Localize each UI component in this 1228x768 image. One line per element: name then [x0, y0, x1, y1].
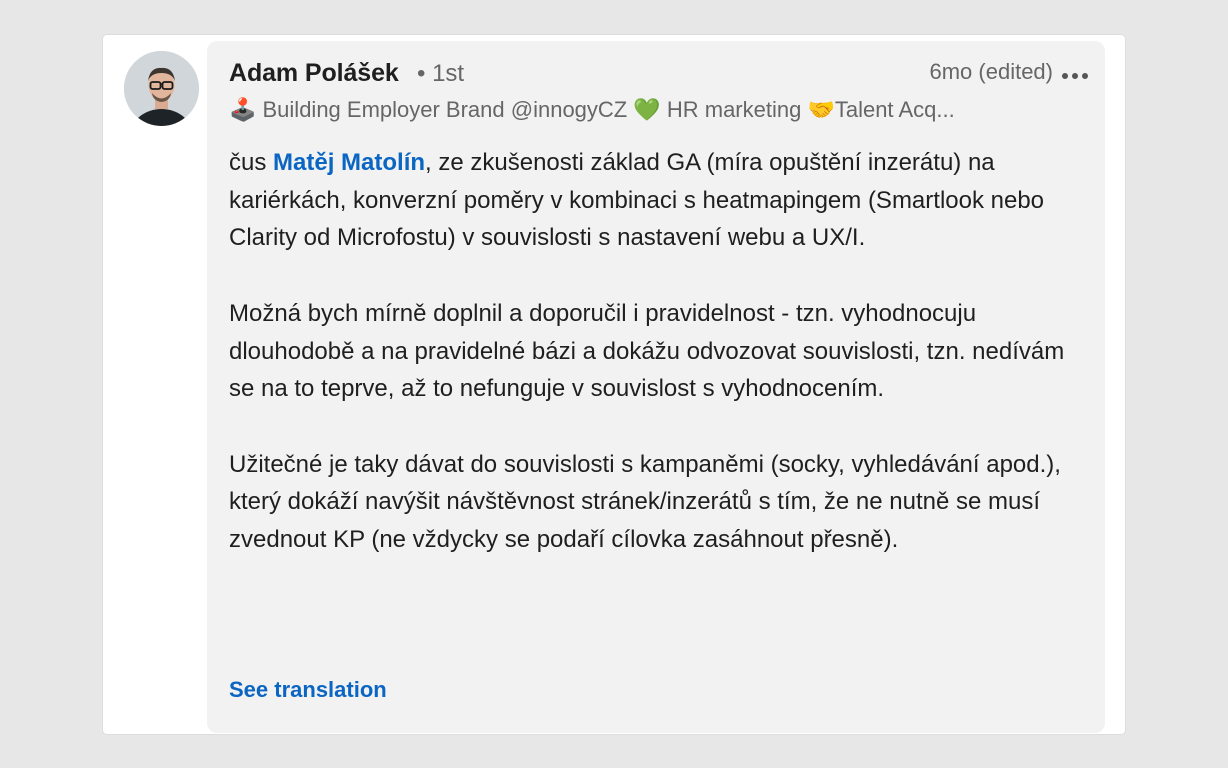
avatar[interactable] [124, 51, 199, 126]
connection-degree: • 1st [417, 60, 465, 87]
comment-text: čus Matěj Matolín, ze zkušenosti základ … [229, 144, 1089, 596]
comment-bubble: Adam Polášek • 1st 6mo (edited) 🕹️ Build… [207, 41, 1105, 733]
author-headline: 🕹️ Building Employer Brand @innogyCZ 💚 H… [229, 97, 955, 122]
avatar-photo [124, 51, 199, 126]
comment-paragraph-2: Možná bych mírně doplnil a doporučil i p… [229, 299, 1065, 403]
comment-paragraph-3: Užitečné je taky dávat do souvislosti s … [229, 450, 1061, 553]
more-options-button[interactable] [1061, 67, 1089, 79]
author-name[interactable]: Adam Polášek [229, 59, 399, 88]
mention-link[interactable]: Matěj Matolín [273, 149, 425, 176]
greeting-text: čus [229, 149, 274, 176]
see-translation-link[interactable]: See translation [229, 677, 387, 703]
comment-timestamp: 6mo (edited) [929, 59, 1053, 84]
comment-card: Adam Polášek • 1st 6mo (edited) 🕹️ Build… [103, 35, 1125, 734]
comment-paragraph-1: čus Matěj Matolín, ze zkušenosti základ … [229, 144, 1089, 257]
more-horizontal-icon [1062, 73, 1088, 79]
